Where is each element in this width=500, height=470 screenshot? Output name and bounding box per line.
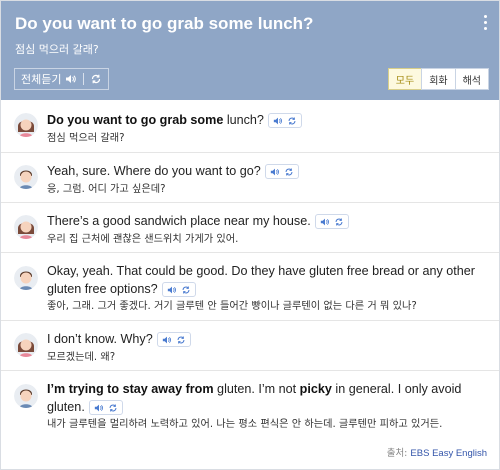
line-korean: 모르겠는데. 왜?: [47, 352, 116, 363]
line-english: Yeah, sure. Where do you want to go?: [47, 162, 487, 180]
audio-controls[interactable]: [88, 400, 123, 416]
listen-all-label: 전체듣기: [21, 73, 62, 86]
line-english: Do you want to go grab some lunch?: [47, 111, 487, 129]
speaker-icon[interactable]: [273, 116, 283, 126]
repeat-icon[interactable]: [176, 335, 186, 345]
line-korean: 내가 글루텐을 멀리하려 노력하고 있어. 나는 평소 편식은 안 하는데. 글…: [47, 419, 443, 430]
woman-avatar: [14, 333, 38, 357]
speaker-icon[interactable]: [167, 285, 177, 295]
tab-all[interactable]: 모두: [387, 68, 423, 90]
woman-avatar: [14, 215, 38, 239]
audio-controls[interactable]: [156, 332, 191, 348]
dialogue-line: Okay, yeah. That could be good. Do they …: [1, 253, 499, 321]
dialogue-line: I don’t know. Why? 모르겠는데. 왜?: [1, 321, 499, 371]
repeat-icon[interactable]: [108, 403, 118, 413]
line-english: I don’t know. Why?: [47, 330, 487, 348]
speaker-icon[interactable]: [94, 403, 104, 413]
view-filter-tabs: 모두 회화 해석: [387, 68, 489, 90]
dialogue-line: I’m trying to stay away from gluten. I’m…: [1, 371, 499, 439]
repeat-icon[interactable]: [287, 116, 297, 126]
line-korean: 좋아, 그래. 그거 좋겠다. 거기 글루텐 안 들어간 빵이나 글루텐이 없는…: [47, 301, 417, 312]
man-avatar: [14, 165, 38, 189]
dialogue-line: Yeah, sure. Where do you want to go? 응, …: [1, 153, 499, 203]
line-korean: 우리 집 근처에 괜찮은 샌드위치 가게가 있어.: [47, 234, 239, 245]
repeat-icon[interactable]: [90, 73, 102, 85]
line-korean: 점심 먹으러 갈래?: [47, 133, 125, 144]
speaker-icon[interactable]: [320, 217, 330, 227]
dialogue-header: Do you want to go grab some lunch? 점심 먹으…: [1, 1, 499, 100]
woman-avatar: [14, 113, 38, 137]
dialogue-subtitle: 점심 먹으러 갈래?: [15, 43, 99, 56]
dialogue-card: Do you want to go grab some lunch? 점심 먹으…: [0, 0, 500, 470]
speaker-icon[interactable]: [65, 73, 77, 85]
audio-controls[interactable]: [314, 214, 349, 230]
repeat-icon[interactable]: [181, 285, 191, 295]
audio-controls[interactable]: [264, 164, 299, 180]
man-avatar: [14, 266, 38, 290]
source-credit: 출처: EBS Easy English: [387, 445, 487, 459]
kebab-menu-icon[interactable]: [481, 15, 489, 35]
source-prefix: 출처:: [386, 448, 408, 459]
line-english: Okay, yeah. That could be good. Do they …: [47, 264, 475, 298]
audio-controls[interactable]: [161, 282, 196, 298]
repeat-icon[interactable]: [334, 217, 344, 227]
dialogue-lines: Do you want to go grab some lunch? 점심 먹으…: [1, 100, 499, 439]
line-english: I’m trying to stay away from gluten. I’m…: [47, 382, 462, 416]
audio-controls[interactable]: [267, 113, 302, 129]
tab-conversation[interactable]: 회화: [421, 68, 456, 90]
source-link[interactable]: EBS Easy English: [410, 448, 487, 459]
speaker-icon[interactable]: [162, 335, 172, 345]
dialogue-line: Do you want to go grab some lunch? 점심 먹으…: [1, 100, 499, 153]
tab-translation[interactable]: 해석: [454, 68, 489, 90]
line-korean: 응, 그럼. 어디 가고 싶은데?: [47, 184, 166, 195]
line-english: There’s a good sandwich place near my ho…: [47, 212, 487, 230]
dialogue-title: Do you want to go grab some lunch?: [15, 14, 314, 33]
repeat-icon[interactable]: [284, 167, 294, 177]
speaker-icon[interactable]: [270, 167, 280, 177]
dialogue-line: There’s a good sandwich place near my ho…: [1, 203, 499, 253]
listen-all-button[interactable]: 전체듣기: [14, 68, 110, 90]
man-avatar: [14, 384, 38, 408]
